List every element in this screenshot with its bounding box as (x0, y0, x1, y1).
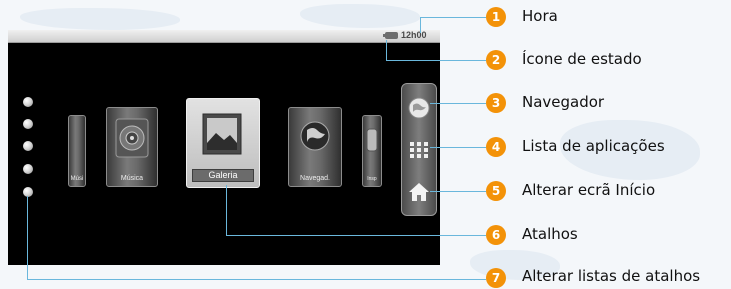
callout-label-hora: Hora (522, 7, 558, 25)
globe-icon (300, 121, 330, 151)
callout-badge-2: 2 (486, 50, 506, 70)
background-map-shape (20, 8, 180, 30)
callout-label-status-icon: Ícone de estado (522, 50, 642, 68)
browser-globe-icon[interactable] (407, 96, 431, 120)
shortcut-card-music[interactable]: Música (106, 107, 158, 187)
status-clock: 12h00 (401, 30, 427, 40)
leader-line-shortcuts (226, 235, 486, 236)
shortcut-list-dot[interactable] (23, 119, 33, 129)
leader-line-shortcut-lists (27, 196, 28, 279)
leader-line-app-list (430, 147, 486, 148)
home-icon[interactable] (407, 180, 431, 204)
leader-line-status-icon (386, 40, 387, 60)
shortcut-card-label: Músi (70, 176, 84, 182)
leader-line-hora (420, 17, 421, 33)
leader-line-browser (430, 103, 486, 104)
callout-label-home: Alterar ecrã Início (522, 181, 656, 199)
callout-badge-3: 3 (486, 93, 506, 113)
app-grid-icon[interactable] (407, 138, 431, 162)
shortcut-card-browser[interactable]: Navegad. (288, 107, 342, 187)
callout-badge-6: 6 (486, 225, 506, 245)
gallery-picture-icon (202, 113, 242, 155)
leader-line-hora (420, 17, 486, 18)
background-map-shape (300, 4, 420, 28)
callout-label-shortcut-lists: Alterar listas de atalhos (522, 267, 701, 285)
shortcut-list-dot[interactable] (23, 187, 33, 197)
callout-label-browser: Navegador (522, 93, 605, 111)
shortcut-card-label: Insp (367, 176, 377, 182)
status-bar: 12h00 (8, 30, 440, 43)
music-speaker-icon (115, 118, 149, 158)
shortcut-card-label: Navegad. (300, 175, 330, 182)
app-icon (366, 128, 378, 152)
shortcut-list-dot[interactable] (23, 164, 33, 174)
callout-label-app-list: Lista de aplicações (522, 137, 665, 155)
shortcut-card-label: Música (120, 175, 144, 182)
callout-badge-7: 7 (486, 268, 506, 288)
leader-line-shortcuts (226, 185, 227, 235)
callout-label-shortcuts: Atalhos (522, 225, 578, 243)
shortcut-card-gallery[interactable]: Galeria (186, 98, 260, 188)
shortcut-card-partial[interactable]: Insp (362, 115, 382, 187)
shortcut-card-label: Galeria (192, 169, 254, 182)
leader-line-home (430, 191, 486, 192)
callout-badge-1: 1 (486, 7, 506, 27)
callout-badge-4: 4 (486, 137, 506, 157)
battery-icon (383, 32, 398, 39)
callout-badge-5: 5 (486, 181, 506, 201)
leader-line-shortcut-lists (27, 279, 486, 280)
shortcut-list-dot[interactable] (23, 97, 33, 107)
shortcut-card-music-partial[interactable]: Músi (68, 115, 86, 187)
shortcut-list-dot[interactable] (23, 141, 33, 151)
leader-line-status-icon (386, 60, 486, 61)
home-screen: Músi Música Galeria Navegad. Insp (8, 43, 440, 265)
